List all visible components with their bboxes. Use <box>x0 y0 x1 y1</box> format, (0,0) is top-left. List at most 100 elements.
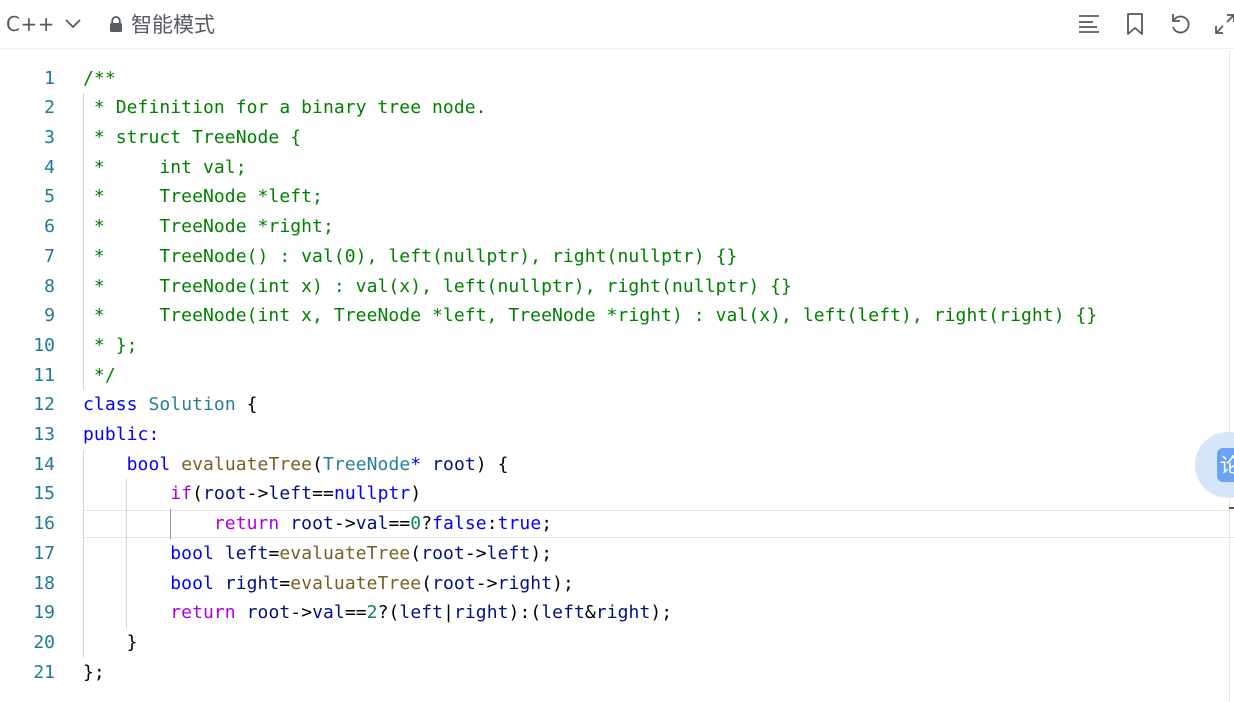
code-text[interactable]: }; <box>83 658 105 688</box>
code-line: 21}; <box>0 658 1229 688</box>
fullscreen-icon <box>1215 14 1234 34</box>
code-token: if <box>170 483 193 505</box>
line-number: 18 <box>33 572 55 594</box>
code-token: true <box>497 513 542 535</box>
mode-indicator[interactable]: 智能模式 <box>109 8 215 40</box>
code-line: 19 return root->val==2?(left|right):(lef… <box>0 598 1229 628</box>
line-number: 9 <box>44 305 55 327</box>
code-text[interactable]: * TreeNode *right; <box>83 212 334 242</box>
code-token: return <box>213 513 280 535</box>
code-token: ); <box>552 572 574 594</box>
code-token: * int val; <box>83 156 247 178</box>
code-text[interactable]: * TreeNode() : val(0), left(nullptr), ri… <box>83 242 737 272</box>
code-text[interactable]: if(root->left==nullptr) <box>83 479 421 509</box>
format-button[interactable] <box>1074 9 1104 39</box>
code-text[interactable]: * }; <box>83 331 138 361</box>
indent-guide <box>169 509 171 539</box>
code-token: ) <box>410 483 422 505</box>
code-text[interactable]: return root->val==0?false:true; <box>83 509 552 539</box>
indent-guide <box>126 479 128 628</box>
code-line: 12 class Solution { <box>0 390 1229 420</box>
code-token: left <box>486 542 531 564</box>
line-number: 17 <box>33 542 55 564</box>
bookmark-icon <box>1127 13 1143 35</box>
code-token: left <box>399 602 444 624</box>
code-line: 6 * TreeNode *right; <box>0 212 1229 242</box>
code-editor[interactable]: 1 /** 2 * Definition for a binary tree nod… <box>0 50 1234 702</box>
code-token: left <box>268 483 313 505</box>
code-line: 17 bool left=evaluateTree(root->left); <box>0 539 1229 569</box>
line-number: 13 <box>33 424 55 445</box>
code-token: } <box>83 631 138 653</box>
code-token: & <box>584 602 596 624</box>
indent-guide <box>83 93 84 391</box>
code-token: 2 <box>366 602 378 624</box>
line-number: 8 <box>44 275 55 297</box>
code-token: ( <box>192 483 204 505</box>
code-line: 1 /** <box>0 64 1229 94</box>
line-number: 3 <box>44 127 55 148</box>
code-token: == <box>344 602 367 624</box>
language-selector[interactable]: C++ <box>6 8 81 40</box>
undo-button[interactable] <box>1165 9 1195 39</box>
code-text[interactable]: } <box>83 628 138 658</box>
code-text[interactable]: * TreeNode(int x) : val(x), left(nullptr… <box>83 272 792 302</box>
line-number: 10 <box>33 334 55 356</box>
code-token: * TreeNode() : val(0), left(nullptr), ri… <box>83 245 738 267</box>
indent-guide <box>83 449 84 658</box>
code-token: public: <box>83 424 160 445</box>
code-text[interactable]: return root->val==2?(left|right):(left&r… <box>83 598 672 628</box>
code-line: 4 * int val; <box>0 153 1229 183</box>
code-text[interactable]: /** <box>83 64 116 94</box>
code-token: -> <box>464 542 487 564</box>
code-line: 9 * TreeNode(int x, TreeNode *left, Tree… <box>0 301 1229 331</box>
code-text[interactable]: * TreeNode(int x, TreeNode *left, TreeNo… <box>83 301 1097 331</box>
code-token: ); <box>530 542 553 564</box>
line-number: 20 <box>33 631 55 653</box>
line-number: 11 <box>33 364 55 386</box>
overview-ruler-mark <box>1229 507 1234 509</box>
code-token: ( <box>421 572 433 594</box>
line-number: 19 <box>33 602 55 624</box>
lock-icon <box>110 15 122 32</box>
code-token: bool <box>170 572 214 594</box>
line-number: 12 <box>33 394 55 416</box>
code-text[interactable]: */ <box>83 361 116 391</box>
code-text[interactable]: * int val; <box>83 153 247 183</box>
bookmark-button[interactable] <box>1120 9 1150 39</box>
code-token: = <box>279 572 291 594</box>
code-text[interactable]: bool left=evaluateTree(root->left); <box>83 539 552 569</box>
line-number: 14 <box>33 453 55 475</box>
code-text[interactable]: class Solution { <box>83 390 258 420</box>
code-token: = <box>268 542 280 564</box>
code-text[interactable]: * TreeNode *left; <box>83 182 323 212</box>
line-number: 2 <box>44 97 55 119</box>
code-token: -> <box>246 483 269 505</box>
chevron-down-icon <box>65 19 81 29</box>
code-line: 20 } <box>0 628 1229 658</box>
fullscreen-button[interactable] <box>1210 9 1234 39</box>
code-text[interactable]: bool right=evaluateTree(root->right); <box>83 569 574 599</box>
code-token: TreeNode <box>323 453 411 475</box>
editor-scrollbar[interactable] <box>1229 50 1230 702</box>
code-token: ; <box>541 513 553 535</box>
code-text[interactable]: public: <box>83 420 159 450</box>
code-text[interactable]: * Definition for a binary tree node. <box>83 93 487 123</box>
code-token: nullptr <box>333 483 411 505</box>
code-text[interactable]: * struct TreeNode { <box>83 123 301 153</box>
code-token: * <box>410 453 422 475</box>
code-line: 8 * TreeNode(int x) : val(x), left(nullp… <box>0 272 1229 302</box>
code-token: ( <box>312 453 324 475</box>
code-token: evaluateTree <box>290 572 422 594</box>
code-token: * Definition for a binary tree node. <box>83 97 487 119</box>
code-token: evaluateTree <box>279 542 411 564</box>
code-token: * TreeNode *left; <box>83 186 323 208</box>
floating-button-label: 论 <box>1217 448 1234 482</box>
code-token: false <box>432 513 487 535</box>
code-text[interactable]: bool evaluateTree(TreeNode* root) { <box>83 450 509 480</box>
code-token: -> <box>290 602 313 624</box>
